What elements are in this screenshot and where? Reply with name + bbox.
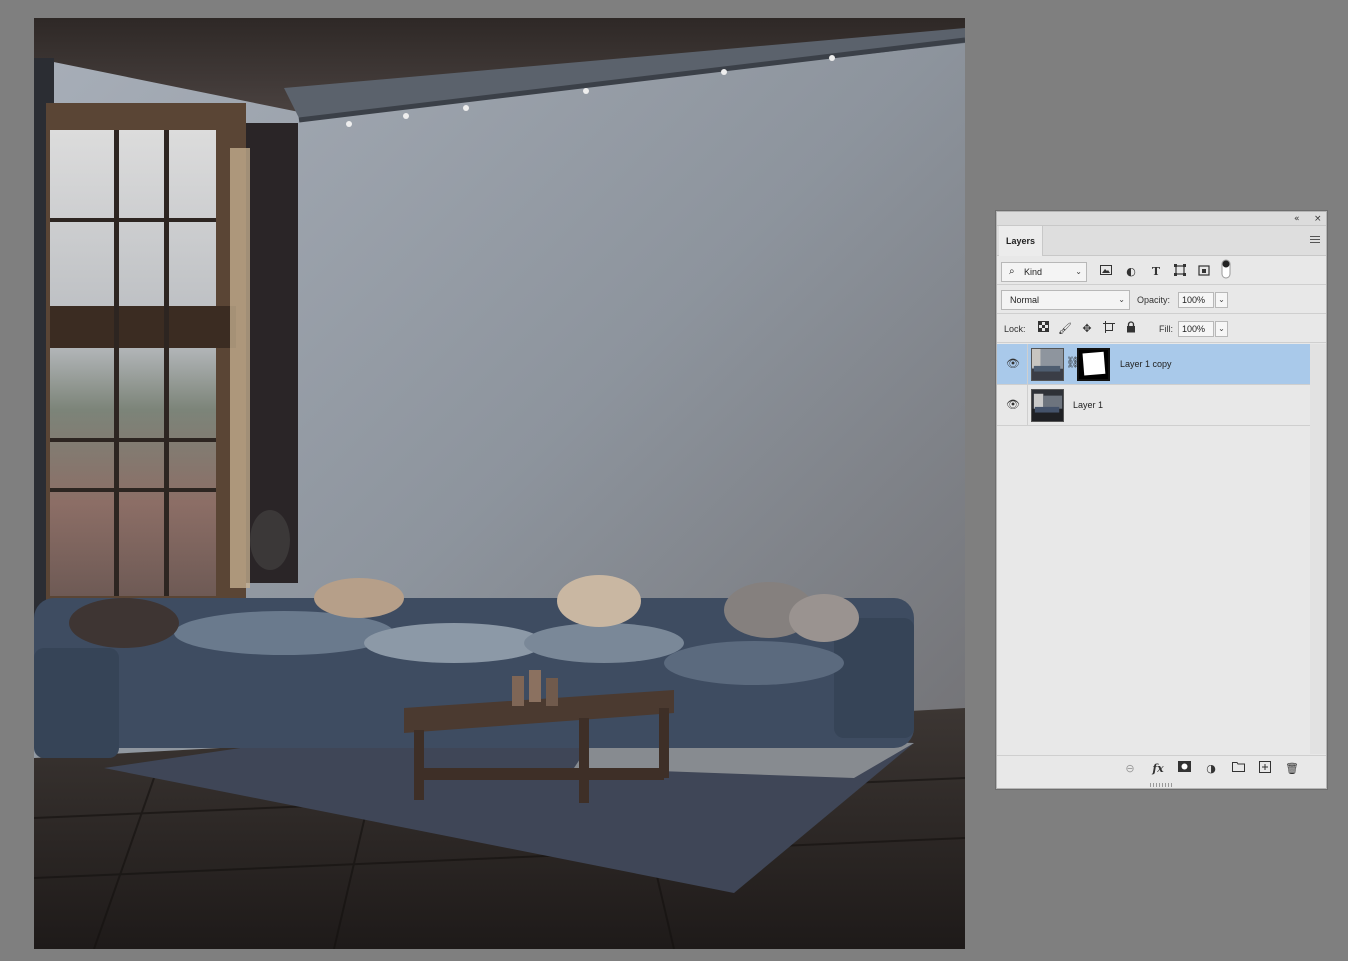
shape-filter-icon[interactable]: [1172, 264, 1188, 280]
layer-thumbnail[interactable]: [1031, 348, 1064, 381]
new-layer-icon[interactable]: [1257, 761, 1273, 777]
lock-artboard-icon[interactable]: [1101, 321, 1117, 337]
kind-filter-dropdown[interactable]: ⌕ Kind ⌄: [1001, 262, 1087, 282]
panel-footer: ⊖ fx ◑ 🗑: [997, 755, 1326, 781]
layer-row-layer-1[interactable]: 👁 Layer 1: [997, 385, 1310, 426]
lock-all-icon[interactable]: [1123, 321, 1139, 337]
lock-row: Lock: 🖌 ✥ Fill: 100% ⌄: [997, 315, 1326, 343]
fx-icon[interactable]: fx: [1150, 761, 1166, 777]
layers-panel: « × Layers ⌕ Kind ⌄ ◐ T Normal ⌄ Opacity…: [996, 211, 1327, 789]
hamburger-icon[interactable]: [1310, 236, 1320, 245]
lock-transparent-icon[interactable]: [1035, 321, 1051, 337]
layers-scrollbar[interactable]: [1310, 344, 1326, 754]
layers-list: 👁 ⛓ Layer 1 copy 👁 Layer 1: [997, 344, 1326, 754]
layer-row-layer-1-copy[interactable]: 👁 ⛓ Layer 1 copy: [997, 344, 1310, 385]
blend-row: Normal ⌄ Opacity: 100% ⌄: [997, 286, 1326, 314]
filter-row: ⌕ Kind ⌄ ◐ T: [997, 257, 1326, 285]
fill-chevron-icon[interactable]: ⌄: [1215, 321, 1228, 337]
chevron-down-icon: ⌄: [1075, 267, 1082, 276]
search-icon: ⌕: [1009, 266, 1015, 277]
panel-resize-grip[interactable]: [1150, 783, 1172, 787]
smart-object-filter-icon[interactable]: [1196, 264, 1212, 280]
lock-label: Lock:: [1004, 324, 1026, 334]
fill-label: Fill:: [1159, 324, 1173, 334]
chevron-down-icon: ⌄: [1118, 295, 1125, 304]
layer-name[interactable]: Layer 1 copy: [1120, 357, 1172, 371]
visibility-eye-icon[interactable]: 👁: [1003, 398, 1023, 412]
lock-image-icon[interactable]: 🖌: [1057, 321, 1073, 337]
lock-position-icon[interactable]: ✥: [1079, 321, 1095, 337]
type-filter-icon[interactable]: T: [1148, 264, 1164, 280]
delete-icon[interactable]: 🗑: [1284, 761, 1300, 777]
close-icon[interactable]: ×: [1314, 213, 1322, 225]
opacity-chevron-icon[interactable]: ⌄: [1215, 292, 1228, 308]
document-canvas[interactable]: [34, 18, 965, 949]
panel-tab-row: Layers: [997, 226, 1326, 256]
layer-name[interactable]: Layer 1: [1073, 398, 1103, 412]
add-mask-icon[interactable]: [1176, 761, 1192, 777]
opacity-label: Opacity:: [1137, 295, 1171, 305]
kind-filter-label: Kind: [1024, 267, 1043, 277]
layer-thumbnail[interactable]: [1031, 389, 1064, 422]
visibility-eye-icon[interactable]: 👁: [1003, 357, 1023, 371]
adjustment-filter-icon[interactable]: ◐: [1123, 264, 1139, 280]
layer-mask-thumbnail[interactable]: [1077, 348, 1110, 381]
fill-input[interactable]: 100%: [1178, 321, 1214, 337]
filter-toggle-icon[interactable]: [1218, 259, 1234, 279]
adjustment-layer-icon[interactable]: ◑: [1203, 761, 1219, 777]
opacity-input[interactable]: 100%: [1178, 292, 1214, 308]
link-layers-icon[interactable]: ⊖: [1122, 761, 1138, 777]
blend-mode-value: Normal: [1010, 295, 1040, 305]
image-filter-icon[interactable]: [1098, 264, 1114, 280]
blend-mode-dropdown[interactable]: Normal ⌄: [1001, 290, 1130, 310]
canvas-image: [34, 18, 965, 949]
panel-titlebar[interactable]: « ×: [997, 212, 1326, 226]
double-chevron-left-icon[interactable]: «: [1294, 213, 1300, 225]
tab-layers[interactable]: Layers: [999, 226, 1043, 256]
new-group-icon[interactable]: [1230, 761, 1246, 777]
